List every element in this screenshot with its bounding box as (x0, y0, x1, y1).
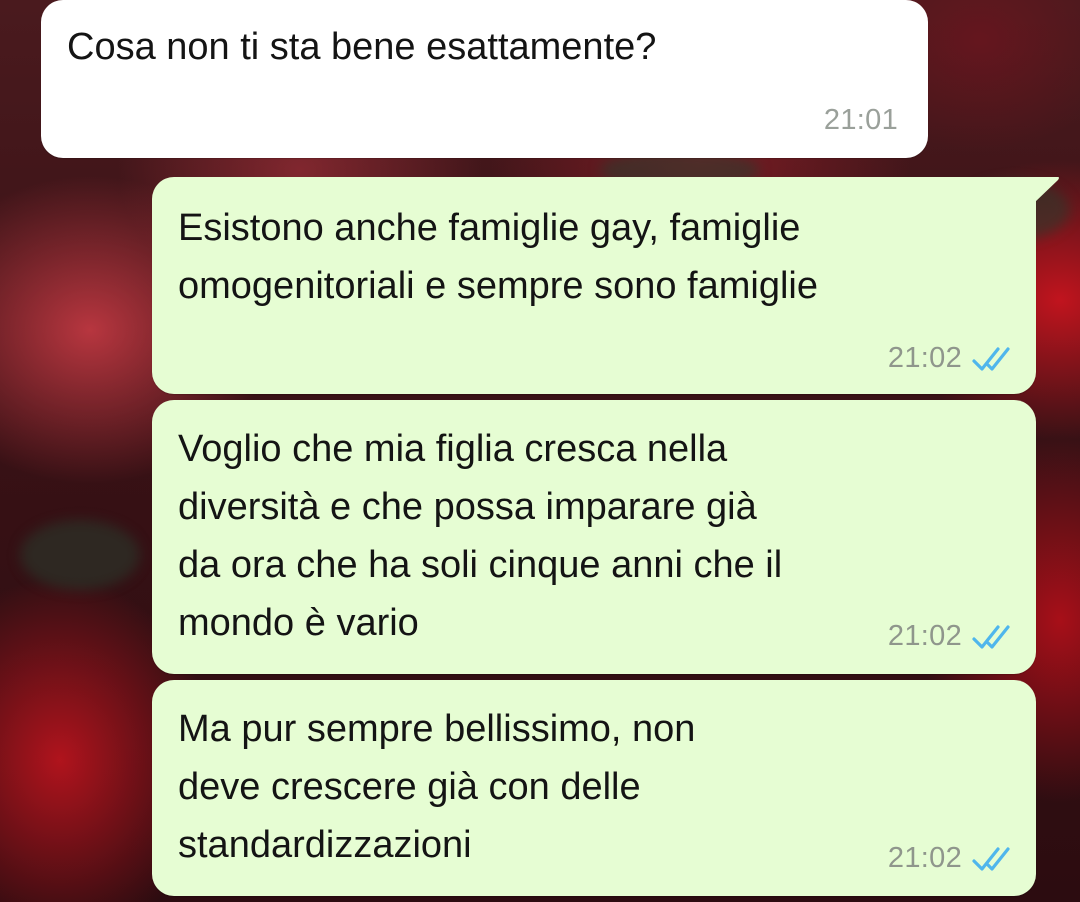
message-timestamp: 21:02 (887, 342, 962, 374)
message-bubble-outgoing[interactable]: Esistono anche famiglie gay, famiglie om… (152, 177, 1036, 394)
message-text: Cosa non ti sta bene esattamente? (67, 26, 657, 68)
message-bubble-incoming[interactable]: Cosa non ti sta bene esattamente? 21:01 (41, 0, 928, 158)
message-text: Ma pur sempre bellissimo, non deve cresc… (178, 708, 696, 866)
message-meta: 21:02 (888, 620, 1016, 653)
message-bubble-outgoing[interactable]: Voglio che mia figlia cresca nella diver… (152, 400, 1036, 674)
bubble-tail (1034, 177, 1059, 203)
message-meta: 21:02 (888, 842, 1016, 875)
wallpaper-leaf (20, 520, 140, 590)
message-text: Voglio che mia figlia cresca nella diver… (178, 428, 783, 644)
double-check-read-icon (972, 346, 1010, 371)
double-check-read-icon (972, 624, 1010, 649)
double-check-read-icon (972, 846, 1010, 871)
message-text: Esistono anche famiglie gay, famiglie om… (178, 207, 818, 307)
message-timestamp: 21:02 (887, 620, 962, 652)
message-timestamp: 21:01 (823, 104, 898, 136)
message-bubble-outgoing[interactable]: Ma pur sempre bellissimo, non deve cresc… (152, 680, 1036, 896)
message-meta: 21:01 (824, 104, 898, 137)
message-timestamp: 21:02 (887, 842, 962, 874)
message-meta: 21:02 (888, 342, 1016, 375)
